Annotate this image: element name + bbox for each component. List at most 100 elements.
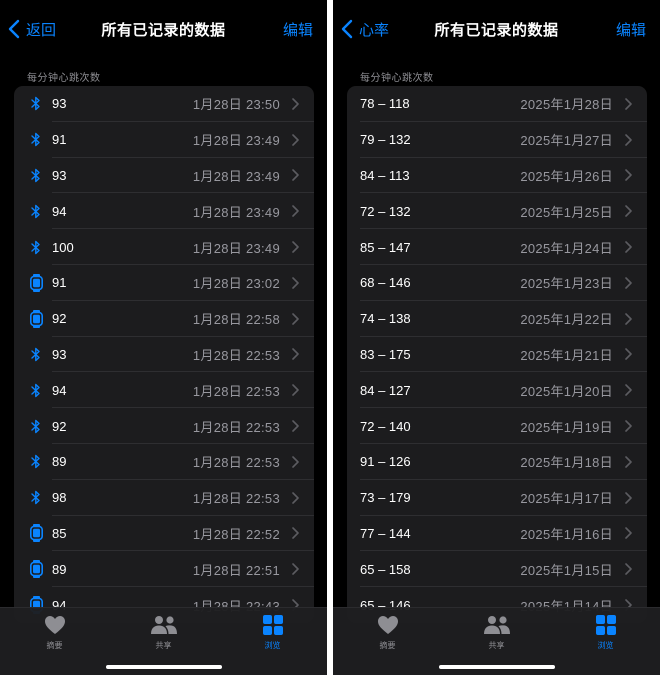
list-item[interactable]: 85 1月28日 22:52 bbox=[14, 516, 314, 552]
heart-rate-sample-list: 93 1月28日 23:50 91 1月28日 23:49 93 1月28日 23:49 9… bbox=[14, 86, 314, 623]
section-header: 每分钟心跳次数 bbox=[27, 73, 101, 84]
list-item[interactable]: 74 – 138 2025年1月22日 bbox=[347, 301, 647, 337]
row-date: 1月28日 23:50 bbox=[192, 97, 280, 113]
list-item[interactable]: 84 – 113 2025年1月26日 bbox=[347, 158, 647, 194]
list-item[interactable]: 77 – 144 2025年1月16日 bbox=[347, 516, 647, 552]
list-item[interactable]: 94 1月28日 23:49 bbox=[14, 193, 314, 229]
row-value: 94 bbox=[52, 203, 67, 219]
tab-grid[interactable]: 浏览 bbox=[233, 608, 313, 675]
tab-heart[interactable]: 摘要 bbox=[15, 608, 95, 675]
row-date: 2025年1月24日 bbox=[520, 240, 613, 256]
chevron-right-icon bbox=[292, 277, 300, 289]
row-value: 93 bbox=[52, 346, 67, 362]
list-item[interactable]: 72 – 140 2025年1月19日 bbox=[347, 408, 647, 444]
people-icon bbox=[150, 615, 178, 640]
chevron-right-icon bbox=[625, 491, 633, 504]
home-indicator bbox=[438, 665, 555, 669]
list-item[interactable]: 65 – 158 2025年1月15日 bbox=[347, 551, 647, 587]
row-date: 1月28日 23:02 bbox=[192, 276, 280, 292]
list-item[interactable]: 93 1月28日 23:49 bbox=[14, 158, 314, 194]
chevron-right-icon bbox=[292, 98, 300, 110]
bluetooth-icon bbox=[24, 383, 48, 398]
chevron-right-icon bbox=[292, 527, 300, 540]
chevron-right-icon bbox=[625, 98, 633, 110]
row-value: 98 bbox=[52, 490, 67, 506]
bluetooth-icon bbox=[24, 347, 48, 362]
list-item[interactable]: 83 – 175 2025年1月21日 bbox=[347, 337, 647, 373]
row-date: 1月28日 22:53 bbox=[192, 491, 280, 507]
page-title: 所有已记录的数据 bbox=[434, 22, 559, 39]
tab-heart[interactable]: 摘要 bbox=[348, 608, 428, 675]
list-item[interactable]: 98 1月28日 22:53 bbox=[14, 480, 314, 516]
list-item[interactable]: 89 1月28日 22:51 bbox=[14, 551, 314, 587]
bluetooth-icon bbox=[24, 96, 48, 111]
chevron-right-icon bbox=[292, 456, 300, 468]
navigation-bar: 返回 所有已记录的数据 编辑 bbox=[0, 0, 327, 58]
row-value: 83 – 175 bbox=[360, 346, 411, 362]
list-item[interactable]: 91 1月28日 23:02 bbox=[14, 265, 314, 301]
watch-icon bbox=[24, 309, 48, 328]
tab-grid[interactable]: 浏览 bbox=[566, 608, 646, 675]
row-value: 68 – 146 bbox=[360, 275, 411, 291]
row-date: 1月28日 22:58 bbox=[192, 312, 280, 328]
navigation-bar: 心率 所有已记录的数据 编辑 bbox=[333, 0, 660, 58]
chevron-right-icon bbox=[292, 169, 300, 182]
home-indicator bbox=[105, 665, 222, 669]
list-item[interactable]: 91 – 126 2025年1月18日 bbox=[347, 444, 647, 480]
watch-icon bbox=[24, 524, 48, 543]
bluetooth-icon bbox=[24, 132, 48, 147]
chevron-right-icon bbox=[625, 348, 633, 361]
heart-rate-daily-range-list: 78 – 118 2025年1月28日 79 – 132 2025年1月27日 84 –… bbox=[347, 86, 647, 623]
list-item[interactable]: 91 1月28日 23:49 bbox=[14, 122, 314, 158]
chevron-right-icon bbox=[292, 312, 300, 325]
list-item[interactable]: 94 1月28日 22:53 bbox=[14, 372, 314, 408]
row-value: 65 – 158 bbox=[360, 561, 411, 577]
edit-button[interactable]: 编辑 bbox=[283, 19, 313, 40]
row-value: 91 bbox=[52, 275, 67, 291]
list-item[interactable]: 85 – 147 2025年1月24日 bbox=[347, 229, 647, 265]
chevron-right-icon bbox=[625, 312, 633, 325]
tab-label: 摘要 bbox=[46, 641, 63, 650]
heart-icon bbox=[44, 615, 66, 640]
chevron-right-icon bbox=[292, 384, 300, 397]
bluetooth-icon bbox=[24, 168, 48, 183]
list-item[interactable]: 89 1月28日 22:53 bbox=[14, 444, 314, 480]
list-item[interactable]: 100 1月28日 23:49 bbox=[14, 229, 314, 265]
chevron-right-icon bbox=[292, 241, 300, 253]
list-item[interactable]: 73 – 179 2025年1月17日 bbox=[347, 480, 647, 516]
list-item[interactable]: 93 1月28日 22:53 bbox=[14, 337, 314, 373]
row-date: 2025年1月20日 bbox=[520, 383, 613, 399]
row-value: 85 bbox=[52, 525, 67, 541]
row-date: 2025年1月26日 bbox=[520, 168, 613, 184]
row-date: 1月28日 23:49 bbox=[192, 204, 280, 220]
row-value: 89 bbox=[52, 454, 67, 470]
chevron-right-icon bbox=[625, 420, 633, 432]
chevron-right-icon bbox=[625, 456, 633, 468]
chevron-right-icon bbox=[292, 348, 300, 361]
row-value: 92 bbox=[52, 311, 67, 327]
list-item[interactable]: 79 – 132 2025年1月27日 bbox=[347, 122, 647, 158]
grid-icon bbox=[595, 615, 616, 640]
list-item[interactable]: 92 1月28日 22:58 bbox=[14, 301, 314, 337]
list-item[interactable]: 84 – 127 2025年1月20日 bbox=[347, 372, 647, 408]
list-item[interactable]: 93 1月28日 23:50 bbox=[14, 86, 314, 122]
bluetooth-icon bbox=[24, 490, 48, 505]
chevron-right-icon bbox=[292, 563, 300, 576]
chevron-right-icon bbox=[625, 277, 633, 289]
chevron-right-icon bbox=[625, 169, 633, 182]
row-date: 2025年1月19日 bbox=[520, 419, 613, 435]
row-value: 100 bbox=[52, 239, 74, 255]
edit-button[interactable]: 编辑 bbox=[616, 19, 646, 40]
list-item[interactable]: 68 – 146 2025年1月23日 bbox=[347, 265, 647, 301]
list-item[interactable]: 92 1月28日 22:53 bbox=[14, 408, 314, 444]
tab-label: 浏览 bbox=[264, 641, 281, 650]
list-item[interactable]: 72 – 132 2025年1月25日 bbox=[347, 193, 647, 229]
page-title: 所有已记录的数据 bbox=[101, 22, 226, 39]
row-date: 2025年1月15日 bbox=[520, 562, 613, 578]
list-item[interactable]: 78 – 118 2025年1月28日 bbox=[347, 86, 647, 122]
chevron-right-icon bbox=[292, 205, 300, 218]
chevron-right-icon bbox=[625, 205, 633, 218]
screen-right-all-recorded-data: 心率 所有已记录的数据 编辑 每分钟心跳次数 78 – 118 2025年1月28… bbox=[333, 0, 660, 675]
chevron-right-icon bbox=[292, 491, 300, 504]
row-value: 84 – 127 bbox=[360, 382, 411, 398]
